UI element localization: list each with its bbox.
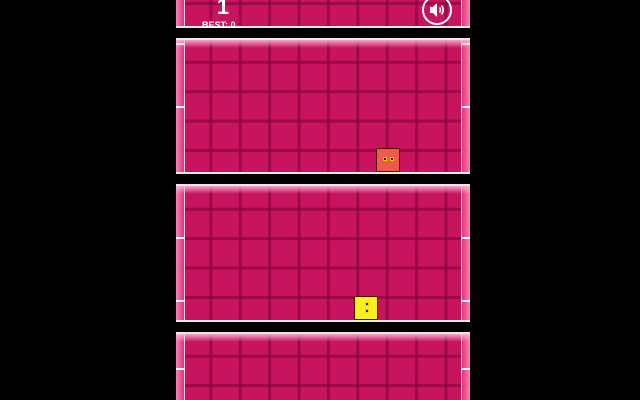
sound-toggle-button[interactable]: [422, 0, 452, 25]
floor-glow: [176, 186, 470, 194]
wall-tick: [462, 300, 470, 302]
wall-tick: [176, 237, 184, 239]
speaker-icon: [430, 3, 444, 17]
wall-tick: [462, 368, 470, 370]
player-cube-eye: [365, 302, 369, 306]
player-cube-eye: [365, 309, 369, 313]
floor-glow: [176, 40, 470, 48]
score-counter: 1: [216, 0, 230, 19]
floor-glow: [176, 334, 470, 342]
floor-platform: [176, 320, 470, 334]
enemy-cube-eye: [383, 157, 387, 161]
wall-tick: [462, 106, 470, 108]
player-cube[interactable]: [354, 296, 378, 320]
enemy-cube: [376, 148, 400, 172]
playfield[interactable]: [176, 0, 470, 400]
wall-tick: [176, 368, 184, 370]
game-screen[interactable]: 1 BEST: 0: [0, 0, 640, 400]
best-score-label: BEST: 0: [202, 20, 236, 30]
wall-tick: [176, 300, 184, 302]
floor-platform: [176, 172, 470, 186]
wall-tick: [176, 106, 184, 108]
enemy-cube-eye: [390, 157, 394, 161]
wall-tick: [462, 237, 470, 239]
